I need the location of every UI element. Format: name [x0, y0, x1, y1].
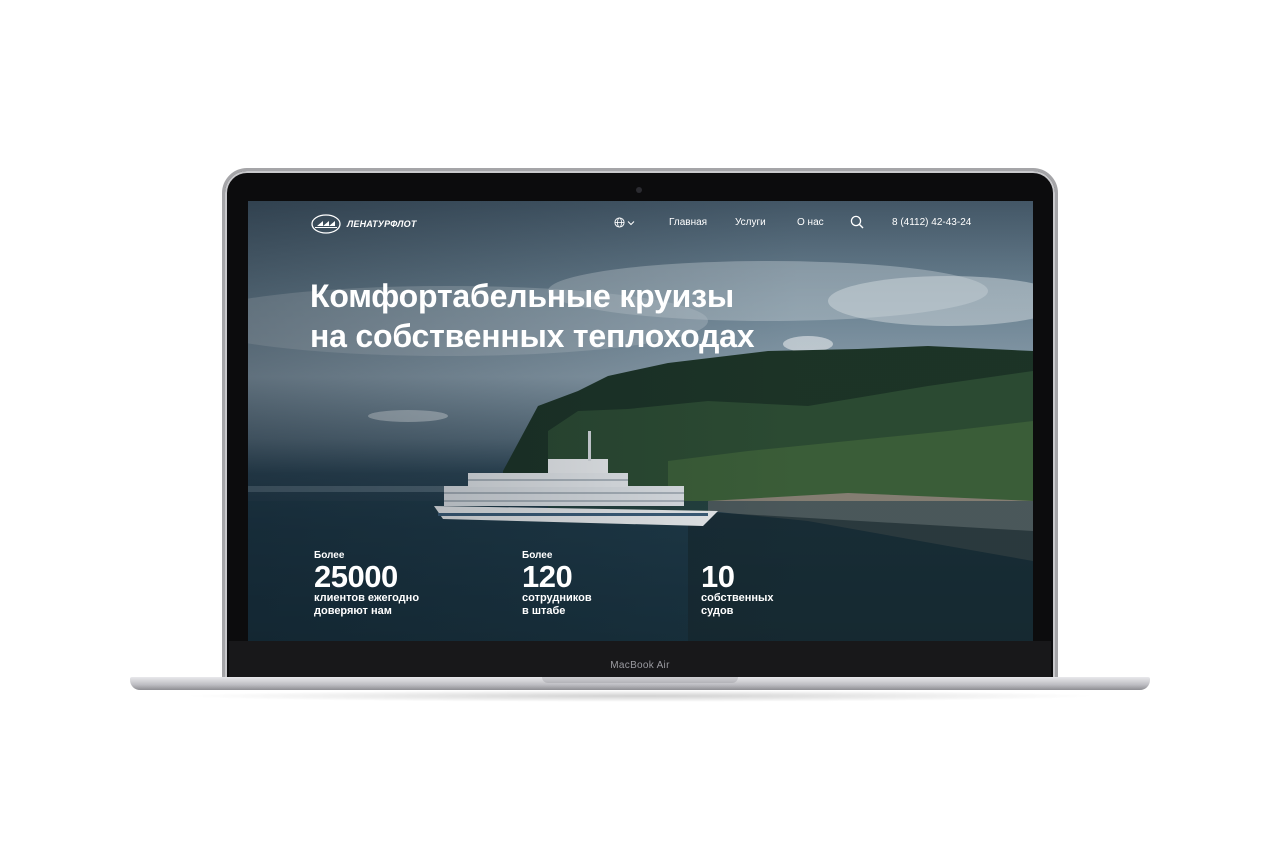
chevron-down-icon: [627, 220, 635, 225]
stat-number: 10: [701, 559, 735, 594]
hero-title: Комфортабельные круизы на собственных те…: [310, 276, 830, 356]
phone-number[interactable]: 8 (4112) 42-43-24: [892, 217, 971, 228]
top-navigation: ЛЕНАТУРФЛОТ Главная Услуги О нас 8 (4112…: [248, 214, 1033, 234]
stat-caption-line-2: в штабе: [522, 605, 566, 617]
website-screen: ЛЕНАТУРФЛОТ Главная Услуги О нас 8 (4112…: [248, 201, 1033, 641]
stat-ships: 10 собственных судов: [701, 559, 774, 618]
stat-employees: Более 120 сотрудников в штабе: [522, 550, 592, 618]
brand-emblem-icon: [311, 214, 341, 234]
laptop-notch: [542, 677, 738, 683]
stat-caption-line-1: сотрудников: [522, 592, 592, 604]
nav-link-about[interactable]: О нас: [797, 217, 824, 228]
hero-title-line-1: Комфортабельные круизы: [310, 278, 734, 314]
stat-caption-line-2: доверяют нам: [314, 605, 392, 617]
globe-icon: [614, 217, 625, 228]
brand-name: ЛЕНАТУРФЛОТ: [347, 219, 417, 229]
stat-caption-line-1: собственных: [701, 592, 774, 604]
stat-clients: Более 25000 клиентов ежегодно доверяют н…: [314, 550, 419, 618]
laptop-shadow: [180, 690, 1100, 702]
stat-caption-line-1: клиентов ежегодно: [314, 592, 420, 604]
stat-number: 25000: [314, 559, 398, 594]
hero-title-line-2: на собственных теплоходах: [310, 318, 755, 354]
brand-logo[interactable]: ЛЕНАТУРФЛОТ: [311, 214, 417, 234]
laptop-chin: [229, 641, 1051, 677]
language-selector[interactable]: [614, 217, 635, 228]
webcam: [636, 187, 642, 193]
model-label: MacBook Air: [610, 660, 670, 671]
stat-number: 120: [522, 559, 573, 594]
nav-link-home[interactable]: Главная: [669, 217, 707, 228]
nav-link-services[interactable]: Услуги: [735, 217, 766, 228]
stat-caption-line-2: судов: [701, 605, 734, 617]
search-icon[interactable]: [850, 215, 864, 229]
